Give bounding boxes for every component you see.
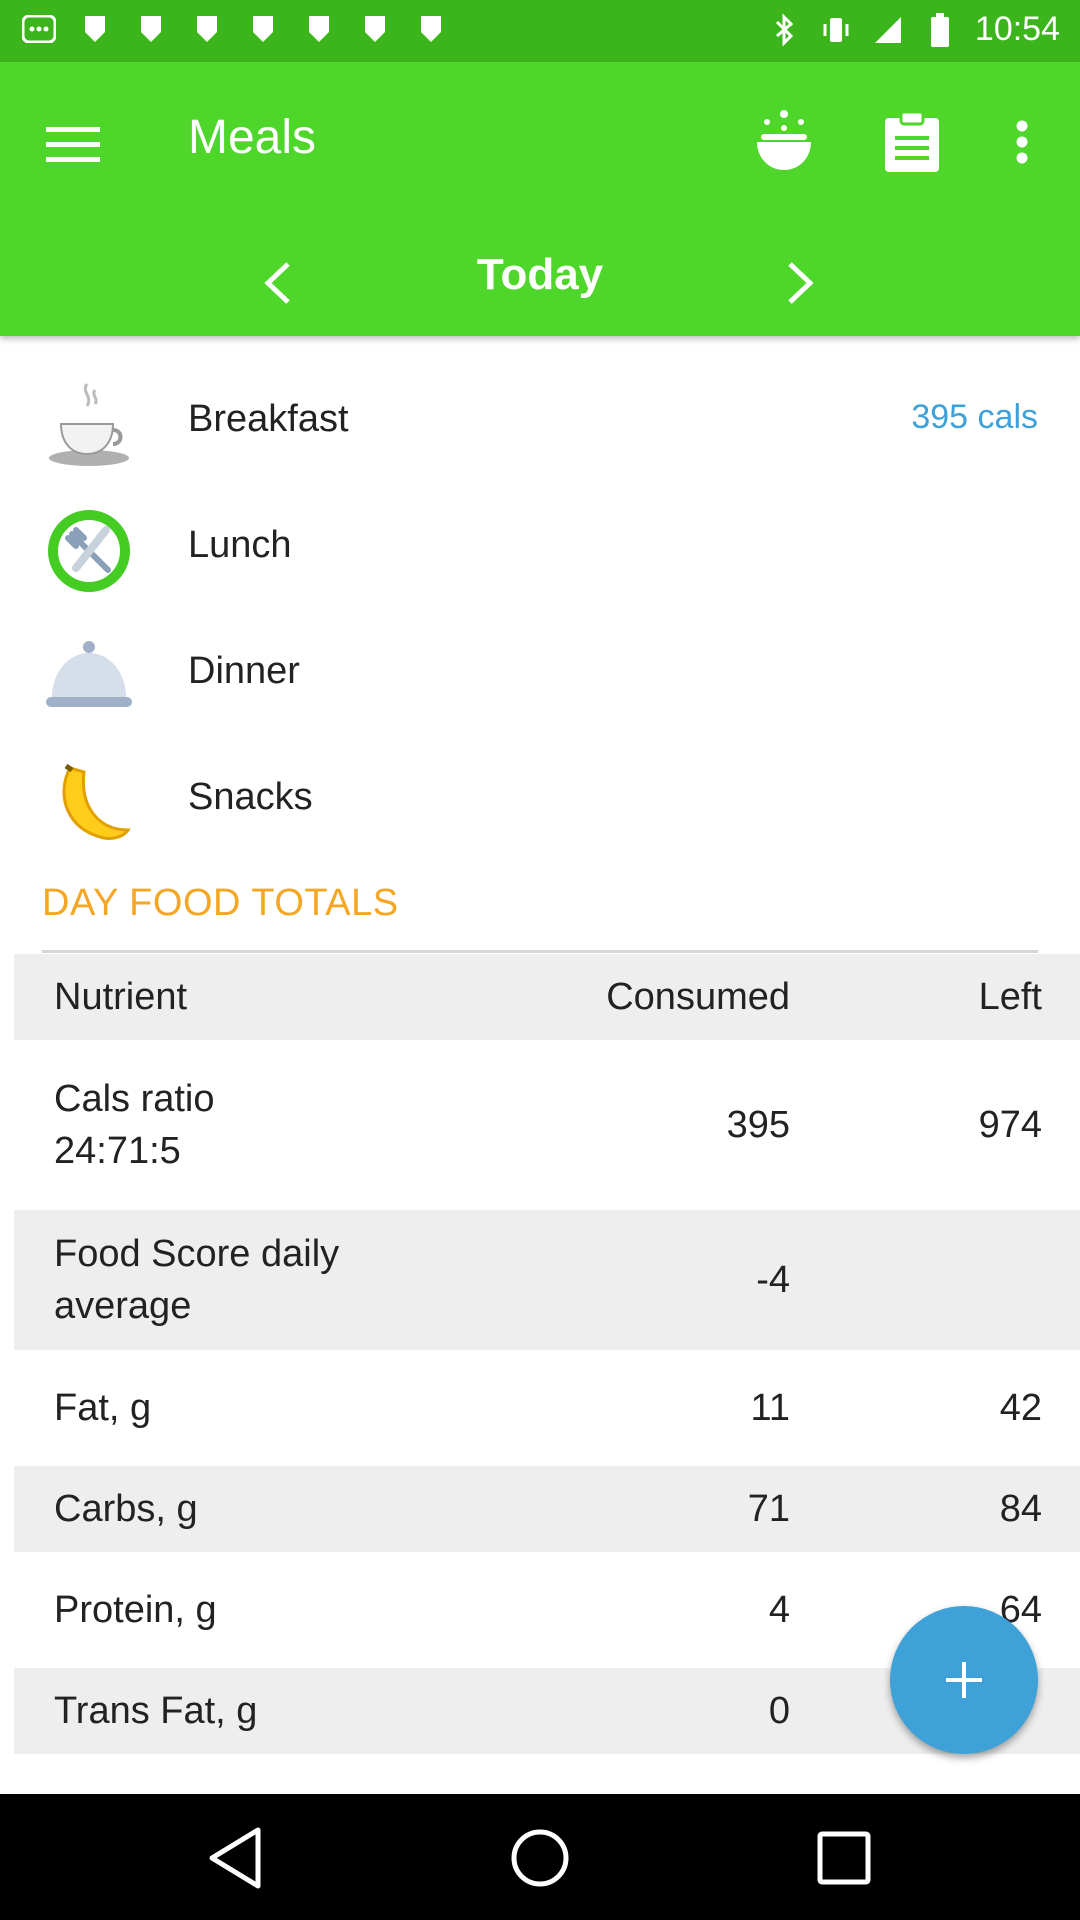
consumed-value: 11 [750, 1386, 790, 1429]
banana-icon [42, 756, 136, 850]
clipboard-icon[interactable] [870, 100, 954, 184]
consumed-value: 395 [726, 1103, 790, 1146]
food-bowl-icon[interactable] [742, 100, 826, 184]
column-header-nutrient: Nutrient [54, 976, 188, 1018]
cloche-icon [42, 630, 136, 724]
page-title: Meals [188, 111, 317, 164]
table-row: Cals ratio 24:71:5 395 974 [14, 1040, 1080, 1210]
nutrient-name: Carbs, g [54, 1488, 198, 1530]
meal-item-breakfast[interactable]: Breakfast 395 cals [0, 358, 1080, 484]
section-title: DAY FOOD TOTALS [42, 882, 399, 924]
plus-icon [946, 1662, 982, 1698]
left-value: 974 [978, 1103, 1042, 1146]
home-icon[interactable] [498, 1816, 582, 1900]
notification-icon [358, 12, 392, 46]
nutrient-name: Trans Fat, g [54, 1690, 258, 1732]
table-header: Nutrient Consumed Left [14, 954, 1080, 1040]
previous-day-icon[interactable] [232, 238, 322, 328]
nutrient-name: Protein, g [54, 1589, 217, 1631]
meal-label: Breakfast [188, 398, 349, 440]
left-value: 42 [999, 1386, 1042, 1429]
system-nav-bar [0, 1794, 1080, 1920]
battery-icon [923, 12, 957, 47]
meal-item-lunch[interactable]: Lunch [0, 484, 1080, 610]
bluetooth-icon [767, 12, 801, 47]
meal-cals: 395 cals [911, 398, 1038, 436]
left-value: 84 [999, 1487, 1042, 1530]
app-bar: Meals Today [0, 62, 1080, 336]
notification-icon [134, 12, 168, 46]
fork-knife-icon [42, 504, 136, 598]
column-header-left: Left [978, 975, 1042, 1018]
consumed-value: -4 [756, 1258, 790, 1301]
consumed-value: 4 [768, 1588, 790, 1631]
add-food-button[interactable] [890, 1606, 1038, 1754]
consumed-value: 0 [768, 1689, 790, 1732]
meal-item-dinner[interactable]: Dinner [0, 610, 1080, 736]
status-time: 10:54 [974, 10, 1060, 48]
consumed-value: 71 [747, 1487, 790, 1530]
menu-icon[interactable] [42, 114, 104, 176]
date-label: Today [476, 250, 604, 299]
table-row: Food Score daily average -4 [14, 1210, 1080, 1350]
date-navigator: Today [0, 232, 1080, 332]
coffee-cup-icon [42, 378, 136, 472]
back-icon[interactable] [194, 1816, 278, 1900]
nutrient-name: Cals ratio 24:71:5 [54, 1078, 215, 1172]
recents-icon[interactable] [802, 1816, 886, 1900]
meal-label: Lunch [188, 524, 292, 566]
meal-item-snacks[interactable]: Snacks [0, 736, 1080, 862]
divider [42, 950, 1038, 953]
meal-label: Snacks [188, 776, 313, 818]
nutrient-name: Fat, g [54, 1387, 152, 1429]
meal-label: Dinner [188, 650, 300, 692]
nutrient-name: Food Score daily average [54, 1233, 340, 1327]
more-options-icon[interactable] [980, 100, 1064, 184]
notification-icon [190, 12, 224, 46]
table-row: Fat, g 11 42 [14, 1350, 1080, 1466]
vibrate-icon [819, 13, 853, 47]
notification-icon [246, 12, 280, 46]
message-icon [22, 12, 56, 46]
notification-icon [78, 12, 112, 46]
status-bar: 10:54 [0, 0, 1080, 62]
next-day-icon[interactable] [756, 238, 846, 328]
signal-icon [871, 13, 905, 47]
notification-icon [414, 12, 448, 46]
column-header-consumed: Consumed [606, 975, 790, 1018]
notification-icon [302, 12, 336, 46]
table-row: Carbs, g 71 84 [14, 1466, 1080, 1552]
